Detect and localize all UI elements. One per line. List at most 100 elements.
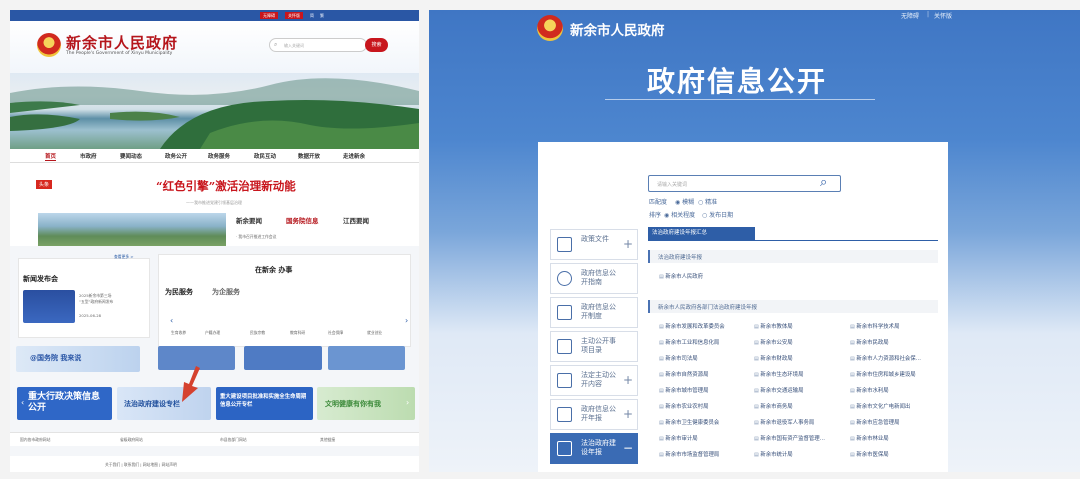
service-household[interactable]: 户籍办理: [205, 330, 220, 336]
expand-icon[interactable]: +: [623, 237, 633, 251]
nav-about-xinyu[interactable]: 走进新余: [343, 152, 365, 160]
list-item[interactable]: 新余市城市管理局: [659, 386, 708, 394]
sort-date-radio[interactable]: ○ 发布日期: [702, 210, 733, 219]
list-item[interactable]: 新余市生态环境局: [754, 370, 803, 378]
list-item[interactable]: 新余市财政局: [754, 354, 792, 362]
nav-city-gov[interactable]: 市政府: [80, 152, 97, 160]
list-item[interactable]: 新余市文化广电新闻出: [850, 402, 910, 410]
nav-interaction[interactable]: 政民互动: [254, 152, 276, 160]
list-item[interactable]: 新余市教体局: [754, 322, 792, 330]
side-nav-annual-report[interactable]: 政府信息公开年报 +: [550, 399, 638, 430]
press-item[interactable]: 2025新余市第三场 “五型”政府新闻发布: [79, 293, 113, 305]
nav-news[interactable]: 要闻动态: [120, 152, 142, 160]
search-icon[interactable]: ⌕: [820, 175, 827, 190]
side-nav-guide[interactable]: 政府信息公开指南: [550, 263, 638, 294]
search-input[interactable]: 请输入关键词: [648, 175, 841, 192]
more-link[interactable]: 查看更多 >: [114, 254, 134, 260]
care-mode-link[interactable]: 关怀版: [934, 11, 952, 20]
list-item[interactable]: 新余市发展和改革委员会: [659, 322, 724, 330]
list-item[interactable]: 新余市人民政府: [659, 272, 703, 280]
list-item[interactable]: 新余市工业和信息化局: [659, 338, 719, 346]
side-nav-rule-of-law-report[interactable]: 法治政府建设年报 −: [550, 433, 638, 464]
report-icon: [557, 407, 572, 422]
footer-links-bar: [10, 432, 419, 446]
service-birth[interactable]: 生育收养: [171, 330, 186, 336]
expand-icon[interactable]: +: [623, 373, 633, 387]
match-fuzzy-radio[interactable]: ◉ 模糊: [675, 197, 694, 206]
list-item[interactable]: 新余市商务局: [754, 402, 792, 410]
nav-open-data[interactable]: 数据开放: [298, 152, 320, 160]
service-employment[interactable]: 就业创业: [367, 330, 382, 336]
list-item[interactable]: 新余市水利局: [850, 386, 888, 394]
search-button[interactable]: 搜索: [365, 38, 388, 52]
lake-banner-image: [10, 73, 419, 149]
list-item[interactable]: 新余市自然资源局: [659, 370, 708, 378]
promo-tile-2[interactable]: [244, 346, 322, 370]
tab-xinyu-news[interactable]: 新余要闻: [236, 215, 262, 225]
promo-tile-3[interactable]: [328, 346, 405, 370]
nav-gov-info[interactable]: 政务公开: [165, 152, 187, 160]
match-exact-radio[interactable]: ○ 精准: [698, 197, 717, 206]
nav-home[interactable]: 首页: [45, 152, 57, 161]
site-title[interactable]: 新余市人民政府: [570, 19, 665, 39]
list-item[interactable]: 新余市国有资产监督管理…: [754, 434, 825, 442]
footer-link-4[interactable]: 其他链接: [320, 437, 335, 443]
accessibility-link[interactable]: 无障碍: [901, 11, 919, 20]
copyright-links[interactable]: 关于我们 | 联系我们 | 网站地图 | 网站声明: [105, 462, 177, 468]
accessibility-button[interactable]: 无障碍: [260, 12, 278, 19]
national-emblem-icon: [37, 33, 61, 57]
list-item[interactable]: 新余市科学技术局: [850, 322, 899, 330]
list-item[interactable]: 新余市民政局: [850, 338, 888, 346]
tab-report-summary[interactable]: 法治政府建设年报汇总: [648, 227, 755, 240]
list-item[interactable]: 新余市住房和城乡建设局: [850, 370, 915, 378]
press-date: 2025-06-28: [79, 313, 102, 318]
carousel-prev-icon[interactable]: ‹: [21, 398, 24, 407]
expand-icon[interactable]: +: [623, 407, 633, 421]
tab-jiangxi-news[interactable]: 江西要闻: [343, 215, 369, 225]
nav-services[interactable]: 政务服务: [208, 152, 230, 160]
list-item[interactable]: 新余市人力资源和社会保…: [850, 354, 921, 362]
next-arrow-icon[interactable]: ›: [405, 316, 408, 325]
site-logo-title[interactable]: 新余市人民政府: [66, 32, 178, 53]
side-nav-policy-docs[interactable]: 政策文件 +: [550, 229, 638, 260]
list-item[interactable]: 新余市应急管理局: [850, 418, 899, 426]
tab-state-council[interactable]: 国务院信息: [286, 215, 319, 225]
side-nav-statutory[interactable]: 法定主动公开内容 +: [550, 365, 638, 396]
footer-link-3[interactable]: 市县各部门网站: [220, 437, 247, 443]
headline-subtitle: ——我市推进党建引领基层治理: [186, 200, 242, 205]
list-item[interactable]: 新余市农业农村局: [659, 402, 708, 410]
traditional-link[interactable]: 繁: [320, 13, 324, 18]
side-nav-catalog[interactable]: 主动公开事项目录: [550, 331, 638, 362]
service-education[interactable]: 教育科研: [290, 330, 305, 336]
prev-arrow-icon[interactable]: ‹: [170, 316, 173, 325]
search-input[interactable]: 输入关键词: [269, 38, 367, 52]
list-item[interactable]: 新余市公安局: [754, 338, 792, 346]
divider: |: [927, 11, 930, 18]
footer-link-1[interactable]: 国内各市政府网站: [20, 437, 50, 443]
news-item[interactable]: · 我市召开推进工作会议: [236, 234, 276, 240]
list-item[interactable]: 新余市医保局: [850, 450, 888, 458]
press-thumbnail[interactable]: [23, 290, 75, 323]
sort-relevance-radio[interactable]: ◉ 相关程度: [664, 210, 695, 219]
simplified-link[interactable]: 简: [310, 13, 314, 18]
list-item[interactable]: 新余市交通运输局: [754, 386, 803, 394]
side-nav-system[interactable]: 政府信息公开制度: [550, 297, 638, 328]
list-item[interactable]: 新余市统计局: [754, 450, 792, 458]
carousel-next-icon[interactable]: ›: [406, 398, 409, 407]
headline-title[interactable]: “红色引擎”激活治理新动能: [156, 178, 296, 194]
care-mode-button[interactable]: 关怀版: [285, 12, 303, 19]
news-photo[interactable]: [38, 213, 226, 246]
service-social-security[interactable]: 社会保障: [328, 330, 343, 336]
side-nav-label: 主动公开事项目录: [581, 337, 616, 354]
list-item[interactable]: 新余市退役军人事务局: [754, 418, 814, 426]
list-item[interactable]: 新余市审计局: [659, 434, 697, 442]
footer-link-2[interactable]: 省级政府网站: [120, 437, 143, 443]
tab-for-citizens[interactable]: 为民服务: [165, 287, 193, 297]
service-religion[interactable]: 民族宗教: [250, 330, 265, 336]
list-item[interactable]: 新余市卫生健康委员会: [659, 418, 719, 426]
collapse-icon[interactable]: −: [623, 441, 633, 455]
tab-for-enterprises[interactable]: 为企服务: [212, 287, 240, 297]
list-item[interactable]: 新余市司法局: [659, 354, 697, 362]
list-item[interactable]: 新余市林业局: [850, 434, 888, 442]
list-item[interactable]: 新余市市场监督管理局: [659, 450, 719, 458]
